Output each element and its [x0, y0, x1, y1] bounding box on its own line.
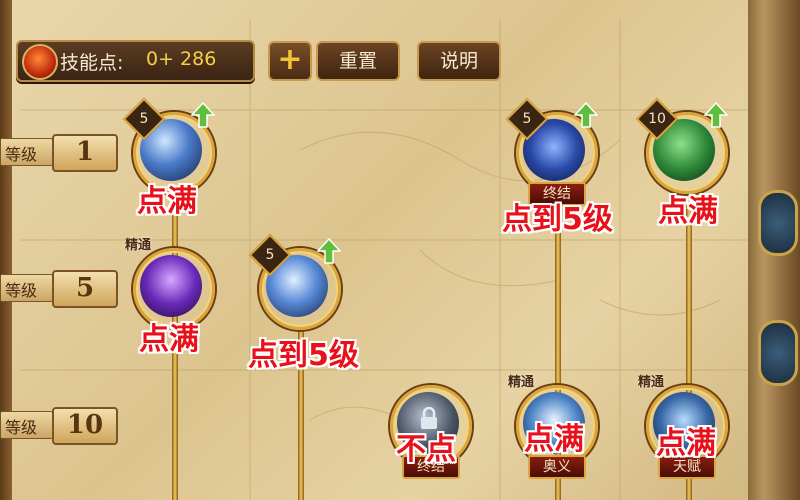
mastery-badge: 精通 — [508, 375, 535, 390]
mastery-badge: 精通 — [125, 238, 152, 253]
skill-name-tag: 奥义 — [528, 455, 586, 479]
level-number: 5 — [52, 270, 118, 308]
skill-node[interactable]: 5 — [248, 233, 341, 330]
skill-points-panel: 技能点: 0+ 286 — [16, 40, 255, 82]
strategy-annotation: 点满 — [137, 184, 197, 219]
level-row-label: 等级 10 — [0, 407, 118, 445]
strategy-annotation: 点到5级 — [502, 202, 613, 237]
level-row-label: 等级 5 — [0, 270, 118, 308]
strategy-annotation: 点满 — [656, 426, 716, 461]
level-row-label: 等级 1 — [0, 134, 118, 172]
right-frame — [748, 0, 800, 500]
level-number: 10 — [52, 407, 118, 445]
help-button[interactable]: 说明 — [417, 41, 501, 81]
strategy-annotation: 点满 — [524, 422, 584, 457]
skill-point-coin-icon — [22, 44, 58, 80]
skill-node[interactable]: 10 — [635, 97, 728, 194]
strategy-annotation: 点到5级 — [248, 338, 359, 373]
upgrade-arrow-icon — [704, 102, 728, 128]
level-number: 1 — [52, 134, 118, 172]
frame-ornament — [758, 190, 798, 256]
skill-points-label: 技能点: — [60, 52, 124, 74]
add-skill-points-button[interactable]: + — [268, 41, 312, 81]
plus-icon: + — [277, 42, 303, 77]
strategy-annotation: 不点 — [396, 432, 456, 467]
skill-art — [140, 255, 202, 317]
frame-ornament — [758, 320, 798, 386]
reset-button[interactable]: 重置 — [316, 41, 400, 81]
mastery-badge: 精通 — [638, 375, 665, 390]
strategy-annotation: 点满 — [139, 322, 199, 357]
upgrade-arrow-icon — [317, 238, 341, 264]
skill-node[interactable]: 5 终结 — [505, 97, 598, 206]
upgrade-arrow-icon — [574, 102, 598, 128]
upgrade-arrow-icon — [191, 102, 215, 128]
skill-points-value: 0+ 286 — [146, 48, 217, 70]
strategy-annotation: 点满 — [658, 194, 718, 229]
